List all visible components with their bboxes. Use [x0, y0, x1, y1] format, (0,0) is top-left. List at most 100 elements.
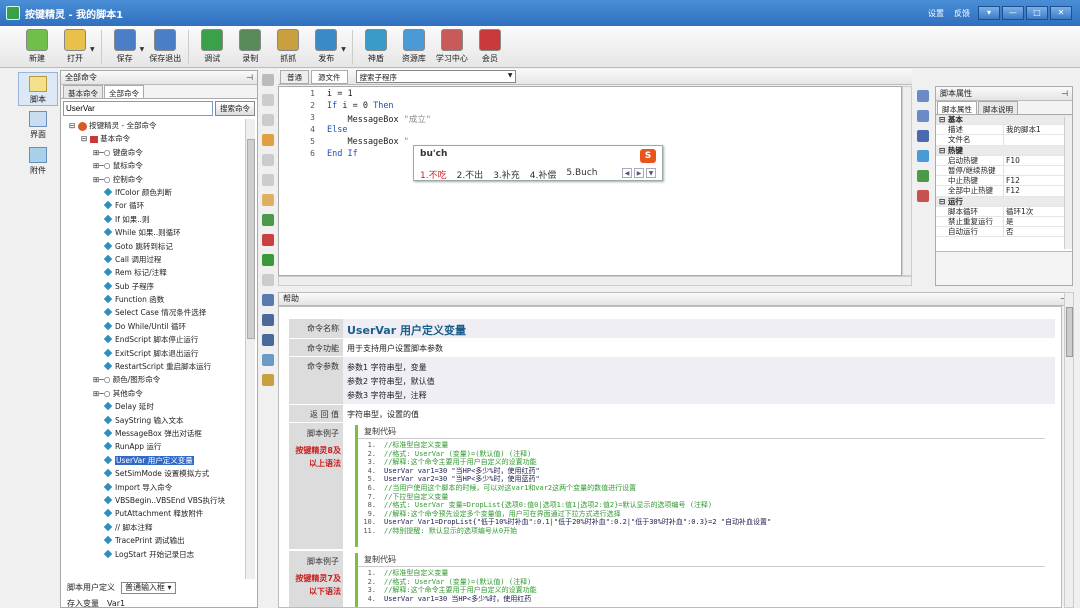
tab-ui[interactable]: 界面	[18, 108, 58, 142]
tree-folder-item[interactable]: ⊞─○ 颜色/图形命令	[65, 373, 245, 386]
property-category[interactable]: ⊟ 基本	[936, 115, 1072, 126]
toolbar-button-5[interactable]: 调试	[195, 26, 229, 66]
plugin-icon[interactable]	[917, 190, 929, 202]
tab-script-description[interactable]: 脚本说明	[978, 101, 1018, 114]
property-row[interactable]: 中止热键 F12	[936, 176, 1072, 187]
goto-icon[interactable]	[262, 294, 274, 306]
close-button[interactable]: ✕	[1050, 6, 1072, 20]
expand-icon[interactable]: ⊞	[93, 175, 99, 184]
code-line[interactable]: i = 1	[327, 89, 353, 99]
tree-command-item[interactable]: Select Case 情况条件选择	[65, 306, 245, 319]
back-icon[interactable]	[262, 254, 274, 266]
collapse-icon[interactable]: ⊟	[81, 134, 87, 143]
maximize-button[interactable]: □	[1026, 6, 1048, 20]
expand-icon[interactable]: ⊞	[93, 389, 99, 398]
dropdown-arrow-icon[interactable]: ▼	[341, 46, 346, 53]
ime-candidate[interactable]: 3.补充	[493, 168, 520, 181]
feedback-link[interactable]: 反馈	[954, 8, 970, 19]
copy-code-button-2[interactable]: 复制代码	[358, 553, 1045, 567]
tree-command-item[interactable]: Sub 子程序	[65, 280, 245, 293]
property-value[interactable]: F10	[1004, 156, 1020, 165]
property-row[interactable]: 脚本循环 循环1次	[936, 206, 1072, 217]
tree-command-item[interactable]: LogStart 开始记录日志	[65, 548, 245, 561]
list-icon[interactable]	[917, 110, 929, 122]
tree-command-item[interactable]: Delay 延时	[65, 400, 245, 413]
print-icon[interactable]	[262, 154, 274, 166]
settings-link[interactable]: 设置	[928, 8, 944, 19]
tree-command-item[interactable]: // 脚本注释	[65, 521, 245, 534]
property-row[interactable]: 启动热键 F10	[936, 155, 1072, 166]
property-value[interactable]: 循环1次	[1004, 207, 1033, 216]
property-scrollbar[interactable]	[1064, 117, 1072, 249]
toolbar-button-1[interactable]: 新建	[20, 26, 54, 66]
tree-command-item[interactable]: EndScript 脚本停止运行	[65, 333, 245, 346]
tree-folder-item[interactable]: ⊟ 基本命令	[65, 132, 245, 145]
web-icon[interactable]	[917, 150, 929, 162]
editor-vertical-scrollbar[interactable]	[902, 86, 912, 276]
pin-icon[interactable]: ⊣	[1061, 87, 1068, 100]
dropdown-arrow-icon[interactable]: ▼	[90, 46, 95, 53]
tree-folder-item[interactable]: ⊞─○ 键盘命令	[65, 146, 245, 159]
tab-basic-commands[interactable]: 基本命令	[63, 85, 103, 98]
cut-icon[interactable]	[262, 114, 274, 126]
tree-command-item[interactable]: TracePrint 调试输出	[65, 534, 245, 547]
property-value[interactable]	[1004, 166, 1006, 175]
tree-command-item[interactable]: Goto 跳转到标记	[65, 240, 245, 253]
collapse-icon[interactable]: ⊟	[69, 121, 75, 130]
tree-scrollbar[interactable]	[245, 119, 255, 579]
tree-command-item[interactable]: SayString 输入文本	[65, 414, 245, 427]
toolbar-button-10[interactable]: 资源库	[397, 26, 431, 66]
code-line[interactable]: If i = 0 Then	[327, 101, 394, 111]
tree-command-item[interactable]: If 如果..则	[65, 213, 245, 226]
replace-icon[interactable]	[262, 334, 274, 346]
tree-command-item[interactable]: While 如果..则循环	[65, 226, 245, 239]
tree-command-item[interactable]: MessageBox 弹出对话框	[65, 427, 245, 440]
dropdown-arrow-icon[interactable]: ▼	[140, 46, 145, 53]
search-command-button[interactable]: 搜索命令	[215, 101, 255, 116]
copy-code-button[interactable]: 复制代码	[358, 425, 1045, 439]
up-icon[interactable]	[262, 94, 274, 106]
tree-command-item[interactable]: RestartScript 重启脚本运行	[65, 360, 245, 373]
menu-dropdown-button[interactable]: ▾	[978, 6, 1000, 20]
tree-command-item[interactable]: ExitScript 脚本退出运行	[65, 347, 245, 360]
property-value[interactable]: 否	[1004, 227, 1014, 236]
command-search-input[interactable]	[63, 101, 213, 116]
toolbar-button-2[interactable]: 打开	[58, 26, 92, 66]
tree-command-item[interactable]: SetSimMode 设置模拟方式	[65, 467, 245, 480]
pin-icon[interactable]: ⊣	[246, 71, 253, 84]
toolbar-button-12[interactable]: 会员	[473, 26, 507, 66]
tree-command-item[interactable]: PutAttachment 释放附件	[65, 507, 245, 520]
tab-normal-view[interactable]: 普通	[280, 69, 309, 84]
paste-icon[interactable]	[262, 194, 274, 206]
tree-command-item[interactable]: Do While/Until 循环	[65, 320, 245, 333]
code-line[interactable]: End If	[327, 149, 358, 159]
toolbar-button-11[interactable]: 学习中心	[435, 26, 469, 66]
property-row[interactable]: 禁止重复运行 是	[936, 216, 1072, 228]
property-value[interactable]: 是	[1004, 217, 1014, 226]
tree-folder-item[interactable]: ⊟ 按键精灵 - 全部命令	[65, 119, 245, 132]
property-row[interactable]: 全部中止热键 F12	[936, 186, 1072, 197]
doc-icon[interactable]	[917, 90, 929, 102]
toolbar-button-3[interactable]: 保存	[108, 26, 142, 66]
input-type-select[interactable]: 普通输入框 ▾	[121, 582, 176, 594]
store-var-value[interactable]: Var1	[107, 597, 125, 608]
property-row[interactable]: 描述 我的脚本1	[936, 125, 1072, 136]
tree-command-item[interactable]: IfColor 颜色判断	[65, 186, 245, 199]
toolbar-button-8[interactable]: 发布	[309, 26, 343, 66]
expand-icon[interactable]: ⊞	[93, 148, 99, 157]
property-value[interactable]: F12	[1004, 176, 1020, 185]
tree-command-item[interactable]: For 循环	[65, 199, 245, 212]
tool-icon[interactable]	[917, 170, 929, 182]
expand-icon[interactable]: ⊞	[93, 161, 99, 170]
tree-folder-item[interactable]: ⊞─○ 其他命令	[65, 387, 245, 400]
forward-icon[interactable]	[262, 274, 274, 286]
property-category[interactable]: ⊟ 热键	[936, 145, 1072, 156]
copy-icon[interactable]	[262, 174, 274, 186]
expand-icon[interactable]: ⊞	[93, 375, 99, 384]
preview-icon[interactable]	[262, 374, 274, 386]
property-row[interactable]: 文件名	[936, 135, 1072, 146]
tree-command-item[interactable]: Rem 标记/注释	[65, 266, 245, 279]
property-value[interactable]: F12	[1004, 186, 1020, 195]
tree-folder-item[interactable]: ⊞─○ 控制命令	[65, 173, 245, 186]
toolbar-button-9[interactable]: 神盾	[359, 26, 393, 66]
